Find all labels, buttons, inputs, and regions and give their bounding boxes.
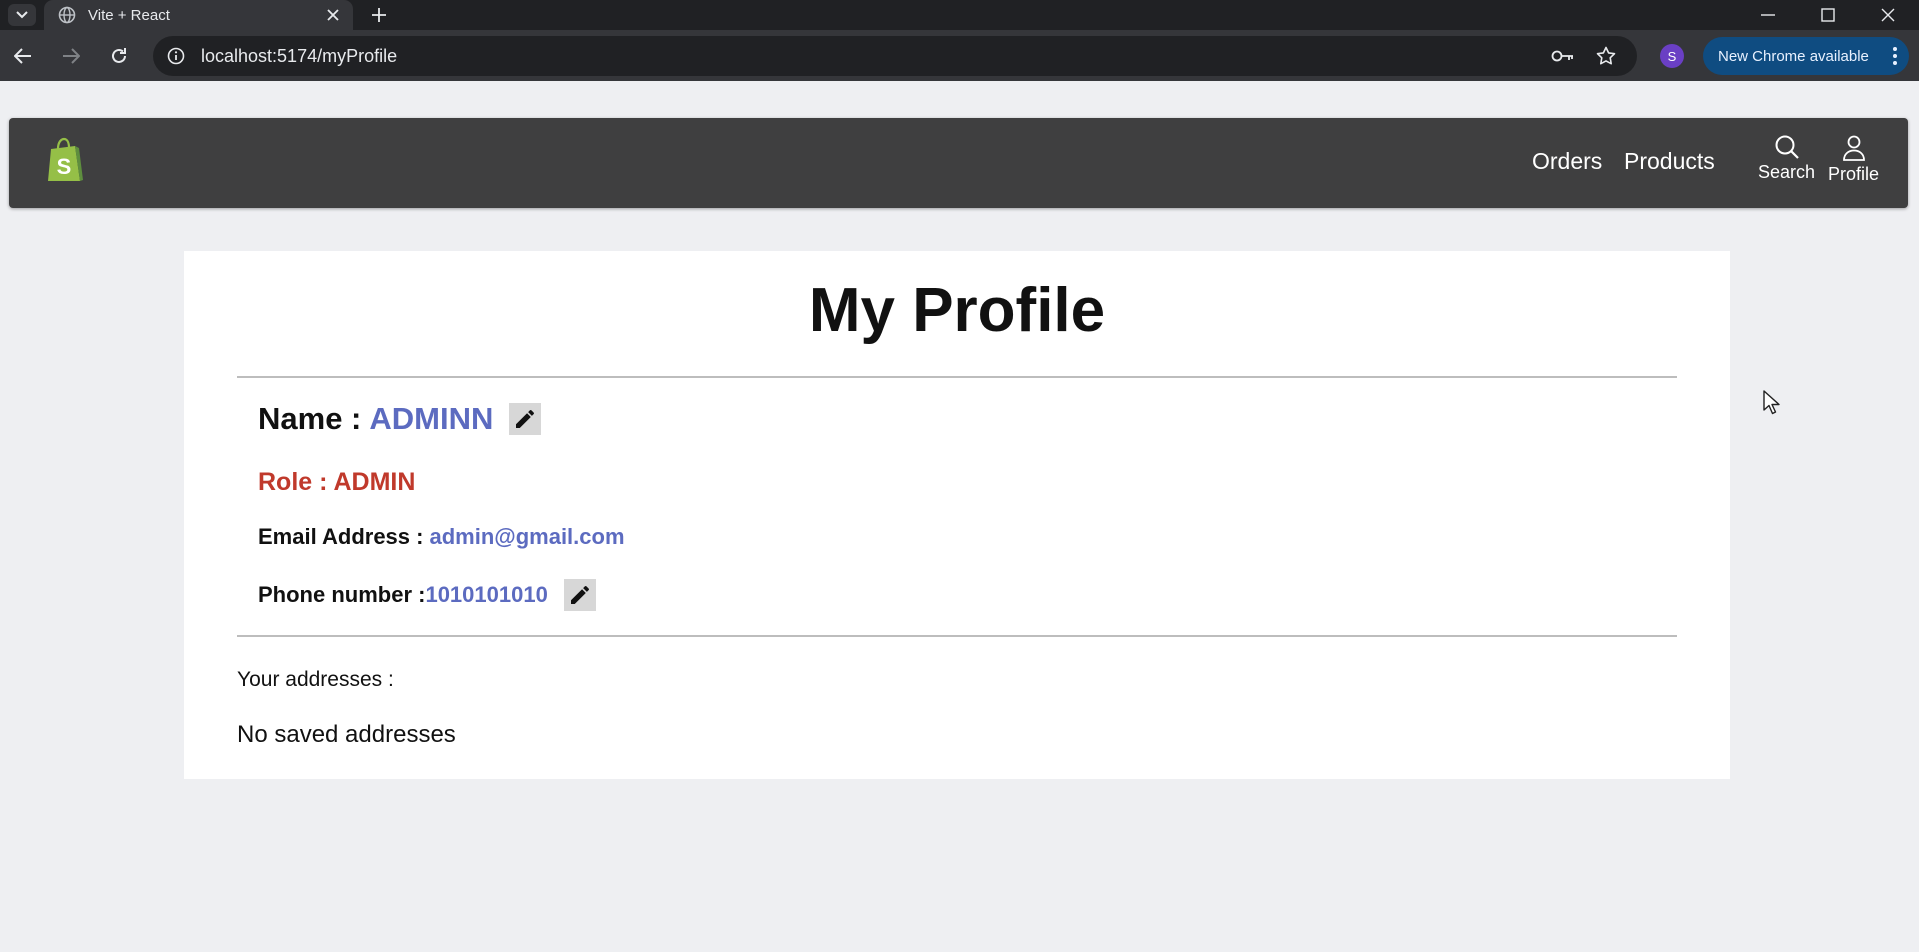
phone-row: Phone number : 1010101010	[258, 579, 596, 611]
more-vert-icon	[1891, 47, 1899, 65]
chevron-down-icon	[16, 11, 28, 19]
chrome-profile-avatar[interactable]: S	[1660, 44, 1684, 68]
nav-search-label: Search	[1758, 162, 1816, 182]
addresses-empty-text: No saved addresses	[237, 721, 456, 748]
role-text: Role : ADMIN	[258, 468, 416, 496]
browser-tabstrip: Vite + React	[0, 0, 1919, 30]
close-tab-button[interactable]	[321, 3, 345, 27]
phone-label: Phone number :	[258, 582, 426, 607]
divider	[237, 635, 1677, 637]
addresses-heading: Your addresses :	[237, 668, 394, 691]
close-icon	[327, 9, 339, 21]
pencil-icon	[516, 409, 535, 428]
chrome-update-button[interactable]: New Chrome available	[1703, 37, 1909, 75]
nav-search-button[interactable]: Search	[1758, 134, 1815, 183]
address-bar[interactable]: localhost:5174/myProfile	[153, 36, 1637, 76]
browser-tab[interactable]: Vite + React	[44, 0, 353, 30]
reload-button[interactable]	[104, 41, 134, 71]
name-row: Name : ADMINN	[258, 401, 542, 437]
user-icon	[1842, 135, 1865, 161]
browser-toolbar: localhost:5174/myProfile S New Chrome av…	[0, 30, 1919, 81]
tab-title: Vite + React	[88, 6, 170, 24]
site-info-button[interactable]	[165, 45, 187, 67]
divider	[237, 376, 1677, 378]
key-icon	[1551, 50, 1573, 62]
mouse-cursor-icon	[1763, 390, 1780, 415]
shopify-logo-icon[interactable]: S	[45, 137, 85, 185]
forward-icon	[63, 48, 80, 64]
forward-button[interactable]	[56, 41, 86, 71]
nav-products-link[interactable]: Products	[1624, 148, 1715, 175]
edit-phone-button[interactable]	[563, 579, 596, 611]
update-label: New Chrome available	[1718, 47, 1869, 65]
reload-icon	[112, 48, 126, 63]
back-icon	[14, 48, 31, 64]
nav-orders-link[interactable]: Orders	[1532, 148, 1602, 175]
minimize-icon	[1761, 14, 1775, 16]
back-button[interactable]	[8, 41, 38, 71]
app-navbar: S Orders Products Search Profile	[9, 118, 1908, 208]
star-icon	[1596, 46, 1616, 65]
password-manager-button[interactable]	[1551, 45, 1575, 67]
phone-value: 1010101010	[425, 582, 548, 607]
bookmark-button[interactable]	[1594, 45, 1618, 67]
globe-icon	[58, 6, 76, 24]
nav-profile-button[interactable]: Profile	[1828, 134, 1879, 185]
email-label: Email Address :	[258, 524, 424, 549]
nav-profile-label: Profile	[1828, 164, 1880, 184]
maximize-icon	[1821, 8, 1835, 22]
name-label: Name :	[258, 401, 362, 436]
edit-name-button[interactable]	[509, 403, 542, 435]
minimize-button[interactable]	[1740, 0, 1796, 30]
plus-icon	[372, 8, 386, 22]
info-icon	[167, 47, 185, 65]
email-row: Email Address : admin@gmail.com	[258, 524, 625, 550]
name-value: ADMINN	[369, 401, 494, 436]
close-icon	[1881, 8, 1895, 22]
pencil-icon	[570, 585, 589, 604]
close-window-button[interactable]	[1860, 0, 1916, 30]
svg-text:S: S	[57, 154, 72, 179]
url-text: localhost:5174/myProfile	[201, 46, 398, 66]
search-icon	[1775, 135, 1799, 159]
tab-search-button[interactable]	[8, 4, 36, 26]
page-title: My Profile	[808, 276, 1106, 345]
profile-card: My Profile Name : ADMINN Role : ADMIN Em…	[184, 251, 1730, 779]
maximize-button[interactable]	[1800, 0, 1856, 30]
email-value: admin@gmail.com	[429, 524, 625, 549]
new-tab-button[interactable]	[366, 3, 392, 27]
